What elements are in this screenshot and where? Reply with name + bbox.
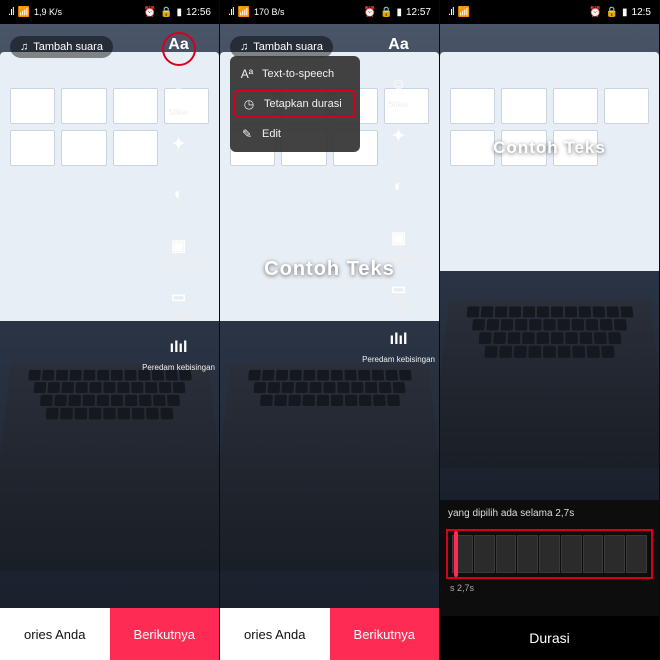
noise-icon: ılıl: [386, 327, 412, 353]
tool-effects[interactable]: ✦Efek: [166, 131, 192, 168]
clock: 12:57: [406, 7, 431, 18]
music-note-icon: ♫: [240, 41, 248, 53]
clock-icon: ◷: [242, 97, 256, 111]
add-sound-label: Tambah suara: [33, 41, 103, 53]
battery-icon: ▮: [176, 7, 182, 18]
tool-text[interactable]: Aa Teks: [162, 32, 196, 66]
ctx-edit[interactable]: ✎ Edit: [230, 120, 360, 148]
status-bar: 📶 1,9 K/s ⏰ 🔒 ▮ 12:56: [0, 0, 219, 24]
next-button[interactable]: Berikutnya: [330, 608, 440, 660]
clock: 12:56: [186, 7, 211, 18]
noise-icon: ılıl: [166, 335, 192, 361]
tool-noise[interactable]: ılılPeredam kebisingan: [362, 327, 435, 364]
right-toolbar: Aa Teks ☺Stiker ✦Efek ◐Filter ▣Sesuaikan…: [142, 32, 215, 372]
video-preview[interactable]: Contoh Teks: [440, 24, 659, 500]
ctx-set-duration[interactable]: ◷ Tetapkan durasi: [234, 90, 356, 118]
signal-icon: [8, 6, 14, 18]
effects-icon: ✦: [166, 131, 192, 157]
duration-timeline[interactable]: [446, 529, 653, 579]
duration-time: s 2,7s: [440, 583, 659, 599]
next-button[interactable]: Berikutnya: [110, 608, 220, 660]
add-sound-pill[interactable]: ♫ Tambah suara: [230, 36, 333, 58]
vpn-icon: 🔒: [160, 7, 172, 18]
adjust-icon: ▣: [166, 233, 192, 259]
highlight-ring: Aa Teks: [162, 32, 196, 66]
bottom-bar: ories Anda Berikutnya: [220, 608, 439, 660]
text-icon: Aa: [166, 34, 192, 55]
add-sound-pill[interactable]: ♫ Tambah suara: [10, 36, 113, 58]
laptop-screen: [440, 52, 659, 271]
laptop-keyboard: [0, 363, 219, 571]
music-note-icon: ♫: [20, 41, 28, 53]
ctx-tts[interactable]: Aª Text-to-speech: [230, 60, 360, 88]
laptop-keyboard: [220, 363, 439, 571]
tool-adjust-clip[interactable]: ▣Sesuaikan klip: [373, 225, 425, 262]
duration-hint: yang dipilih ada selama 2,7s: [440, 500, 659, 523]
edit-icon: ✎: [240, 127, 254, 141]
signal2-icon: 📶: [18, 7, 30, 18]
tool-noise[interactable]: ılılPeredam kebisingan: [142, 335, 215, 372]
alarm-icon: ⏰: [364, 7, 376, 18]
subtitle-icon: ▭: [166, 284, 192, 310]
tool-subtitle[interactable]: ▭Subtitle: [165, 284, 192, 321]
duration-footer: Durasi: [440, 616, 659, 660]
effects-icon: ✦: [386, 123, 412, 149]
vpn-icon: 🔒: [606, 7, 618, 18]
signal2-icon: 📶: [458, 7, 470, 18]
add-sound-label: Tambah suara: [253, 41, 323, 53]
battery-icon: ▮: [622, 7, 628, 18]
signal-icon: [228, 6, 234, 18]
sticker-icon: ☺: [166, 80, 192, 106]
net-speed: 170 B/s: [254, 8, 285, 17]
filter-icon: ◐: [166, 182, 192, 208]
status-bar: 📶 170 B/s ⏰ 🔒 ▮ 12:57: [220, 0, 439, 24]
text-context-menu: Aª Text-to-speech ◷ Tetapkan durasi ✎ Ed…: [230, 56, 360, 152]
tool-text[interactable]: Aa: [386, 32, 412, 58]
bottom-bar: ories Anda Berikutnya: [0, 608, 219, 660]
sticker-icon: ☺: [386, 72, 412, 98]
tool-sticker[interactable]: ☺Stiker: [166, 80, 192, 117]
adjust-icon: ▣: [386, 225, 412, 251]
stories-button[interactable]: ories Anda: [0, 608, 110, 660]
status-bar: 📶 ⏰ 🔒 ▮ 12:5: [440, 0, 659, 24]
tool-sticker[interactable]: ☺Stiker: [386, 72, 412, 109]
right-toolbar: Aa ☺Stiker ✦Efek ◐Filter ▣Sesuaikan klip…: [362, 32, 435, 364]
sample-text-overlay[interactable]: Contoh Teks: [440, 138, 659, 158]
duration-panel: yang dipilih ada selama 2,7s s 2,7s Dura…: [440, 500, 659, 660]
stories-button[interactable]: ories Anda: [220, 608, 330, 660]
tool-adjust-clip[interactable]: ▣Sesuaikan klip: [153, 233, 205, 270]
clock: 12:5: [632, 7, 651, 18]
vpn-icon: 🔒: [380, 7, 392, 18]
playhead-handle[interactable]: [454, 531, 458, 577]
signal-icon: [448, 6, 454, 18]
tool-effects[interactable]: ✦Efek: [386, 123, 412, 160]
tool-filter[interactable]: ◐Filter: [166, 182, 192, 219]
tool-subtitle[interactable]: ▭Subtitle: [385, 276, 412, 313]
net-speed: 1,9 K/s: [34, 8, 62, 17]
text-icon: Aa: [386, 32, 412, 58]
alarm-icon: ⏰: [589, 7, 601, 18]
alarm-icon: ⏰: [144, 7, 156, 18]
laptop-keyboard: [440, 299, 659, 468]
tool-filter[interactable]: ◐Filter: [386, 174, 412, 211]
signal2-icon: 📶: [238, 7, 250, 18]
filter-icon: ◐: [386, 174, 412, 200]
tts-icon: Aª: [240, 67, 254, 81]
subtitle-icon: ▭: [386, 276, 412, 302]
duration-title: Durasi: [529, 630, 569, 646]
battery-icon: ▮: [396, 7, 402, 18]
